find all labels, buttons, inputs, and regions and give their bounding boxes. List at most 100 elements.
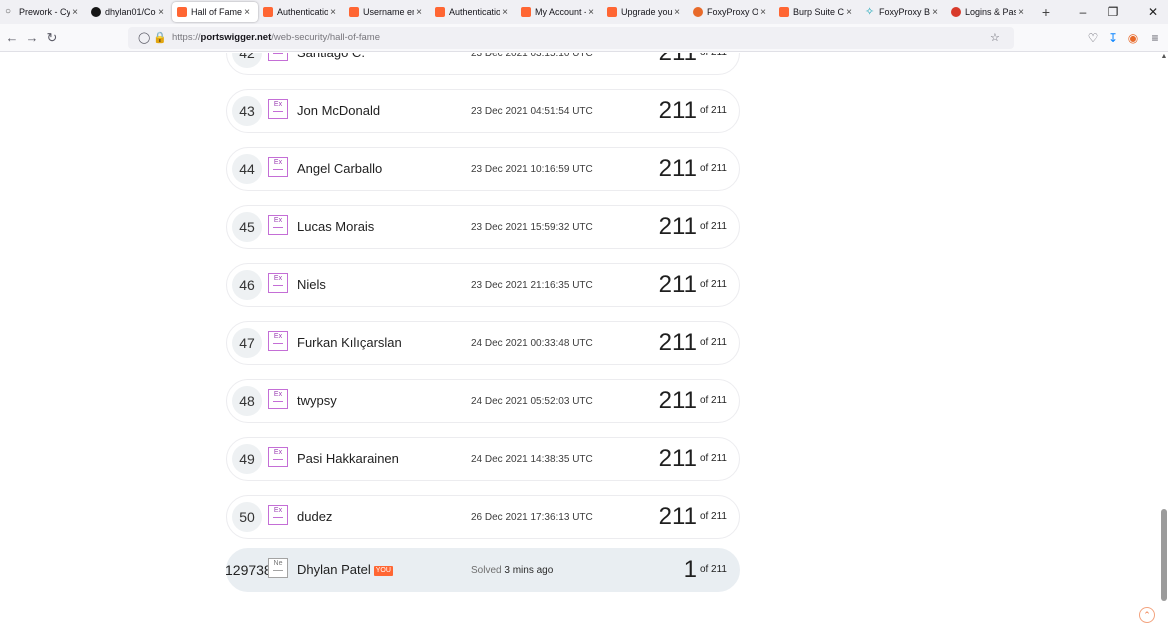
tab-title: Logins & Passw — [965, 7, 1016, 17]
user-name: Furkan Kılıçarslan — [297, 335, 402, 350]
close-tab-icon[interactable]: × — [328, 7, 338, 18]
rank-number: 44 — [232, 154, 262, 184]
browser-tab[interactable]: ✧ FoxyProxy Basic× — [860, 2, 946, 22]
rank-number: 47 — [232, 328, 262, 358]
rank-number: 45 — [232, 212, 262, 242]
restore-button[interactable]: ❐ — [1098, 0, 1128, 24]
foxyproxy-extension-icon[interactable]: ◉ — [1124, 29, 1142, 47]
close-tab-icon[interactable]: × — [844, 7, 854, 18]
new-tab-button[interactable]: + — [1036, 4, 1056, 20]
close-tab-icon[interactable]: × — [500, 7, 510, 18]
fp-favicon-icon: ✧ — [865, 6, 875, 18]
tab-title: Username enum — [363, 7, 414, 17]
close-tab-icon[interactable]: × — [242, 7, 252, 18]
url-text[interactable]: https://portswigger.net/web-security/hal… — [172, 31, 380, 45]
close-tab-icon[interactable]: × — [414, 7, 424, 18]
tab-title: Hall of Fame - W — [191, 7, 242, 17]
close-tab-icon[interactable]: × — [672, 7, 682, 18]
expert-badge-icon: Ex — [268, 157, 288, 177]
gh-favicon-icon — [91, 7, 101, 17]
score-value: 1 — [683, 556, 697, 583]
badge-label: Ex — [273, 159, 283, 166]
address-bar[interactable]: ◯ 🔒 https://portswigger.net/web-security… — [128, 27, 1014, 49]
scroll-up-arrow-icon[interactable]: ▲ — [1160, 53, 1168, 60]
user-name: Angel Carballo — [297, 161, 383, 176]
browser-tab[interactable]: Burp Suite Com× — [774, 2, 860, 22]
score-value: 211 — [658, 503, 697, 530]
close-tab-icon[interactable]: × — [586, 7, 596, 18]
browser-tab[interactable]: dhylan01/Codel× — [86, 2, 172, 22]
user-name: Niels — [297, 277, 326, 292]
browser-tab[interactable]: Logins & Passw× — [946, 2, 1032, 22]
minimize-button[interactable]: – — [1068, 0, 1098, 24]
score-value: 211 — [658, 213, 697, 240]
back-button[interactable]: ← — [3, 29, 21, 47]
rank-number: 48 — [232, 386, 262, 416]
expert-badge-icon: Ex — [268, 447, 288, 467]
reload-button[interactable]: ↻ — [43, 29, 61, 47]
user-name: Lucas Morais — [297, 219, 375, 234]
user-name: Santiago C. — [297, 53, 365, 61]
leaderboard-row: 45 Ex Lucas Morais 23 Dec 2021 15:59:32 UTC… — [226, 205, 740, 249]
score-value: 211 — [658, 329, 697, 356]
score: 211of 211 — [659, 97, 727, 125]
leaderboard-row: 42 Ex Santiago C. 23 Dec 2021 03:15:10 UTC 2… — [226, 53, 740, 75]
score-total: of 211 — [699, 337, 727, 348]
close-tab-icon[interactable]: × — [758, 7, 768, 18]
completion-date: 23 Dec 2021 21:16:35 UTC — [471, 280, 593, 291]
browser-tab[interactable]: ○ Prework - Cyber× — [0, 2, 86, 22]
browser-tab[interactable]: Authentication × — [258, 2, 344, 22]
expert-badge-icon: Ex — [268, 331, 288, 351]
score-total: of 211 — [699, 163, 727, 174]
tab-title: Upgrade your sk — [621, 7, 672, 17]
browser-tab[interactable]: Username enum× — [344, 2, 430, 22]
browser-tab[interactable]: Authentication × — [430, 2, 516, 22]
score-total: of 211 — [699, 453, 727, 464]
ps-favicon-icon — [177, 7, 187, 17]
close-tab-icon[interactable]: × — [1016, 7, 1026, 18]
browser-tab[interactable]: FoxyProxy Optio× — [688, 2, 774, 22]
current-user-row: 129738 Ne Dhylan Patel YOU Solved 3 mins … — [225, 548, 740, 592]
completion-date: 24 Dec 2021 05:52:03 UTC — [471, 396, 593, 407]
score-value: 211 — [658, 97, 697, 124]
navigation-toolbar: ← → ↻ ◯ 🔒 https://portswigger.net/web-se… — [0, 24, 1168, 52]
scrollbar-thumb[interactable] — [1161, 509, 1167, 601]
tab-title: Prework - Cyber — [19, 7, 70, 17]
close-tab-icon[interactable]: × — [70, 7, 80, 18]
badge-label: Ex — [273, 391, 283, 398]
score: 211of 211 — [659, 329, 727, 357]
browser-tab[interactable]: Upgrade your sk× — [602, 2, 688, 22]
completion-date: 23 Dec 2021 10:16:59 UTC — [471, 164, 593, 175]
tab-title: My Account - P — [535, 7, 586, 17]
score-total: of 211 — [699, 395, 727, 406]
page-scrollbar[interactable]: ▲ — [1160, 53, 1168, 627]
score: 211of 211 — [659, 387, 727, 415]
tab-strip: ○Prework - Cyber×dhylan01/Codel×Hall of … — [0, 0, 1168, 24]
completion-date: 23 Dec 2021 15:59:32 UTC — [471, 222, 593, 233]
close-tab-icon[interactable]: × — [156, 7, 166, 18]
score-total: of 211 — [699, 221, 727, 232]
rank-number: 49 — [232, 444, 262, 474]
close-tab-icon[interactable]: × — [930, 7, 940, 18]
browser-tab[interactable]: Hall of Fame - W× — [172, 2, 258, 22]
expert-badge-icon: Ex — [268, 505, 288, 525]
ps-favicon-icon — [349, 7, 359, 17]
lock-icon[interactable]: 🔒 — [153, 30, 167, 46]
pocket-icon[interactable]: ♡ — [1084, 29, 1102, 47]
score: 211of 211 — [659, 155, 727, 183]
completion-date: 24 Dec 2021 00:33:48 UTC — [471, 338, 593, 349]
score: 211of 211 — [659, 53, 727, 67]
ps-favicon-icon — [263, 7, 273, 17]
browser-tab[interactable]: My Account - P× — [516, 2, 602, 22]
back-to-top-icon[interactable]: ⌃ — [1139, 607, 1155, 623]
close-window-button[interactable]: ✕ — [1138, 0, 1168, 24]
badge-label: Ex — [273, 101, 283, 108]
tracking-shield-icon[interactable]: ◯ — [138, 30, 150, 46]
menu-icon[interactable]: ≡ — [1146, 29, 1164, 47]
tab-title: FoxyProxy Optio — [707, 7, 758, 17]
solved-time: Solved 3 mins ago — [471, 564, 553, 577]
ps-favicon-icon — [779, 7, 789, 17]
bookmark-star-icon[interactable]: ☆ — [990, 30, 1000, 46]
forward-button[interactable]: → — [23, 29, 41, 47]
downloads-icon[interactable]: ↧ — [1104, 29, 1122, 47]
